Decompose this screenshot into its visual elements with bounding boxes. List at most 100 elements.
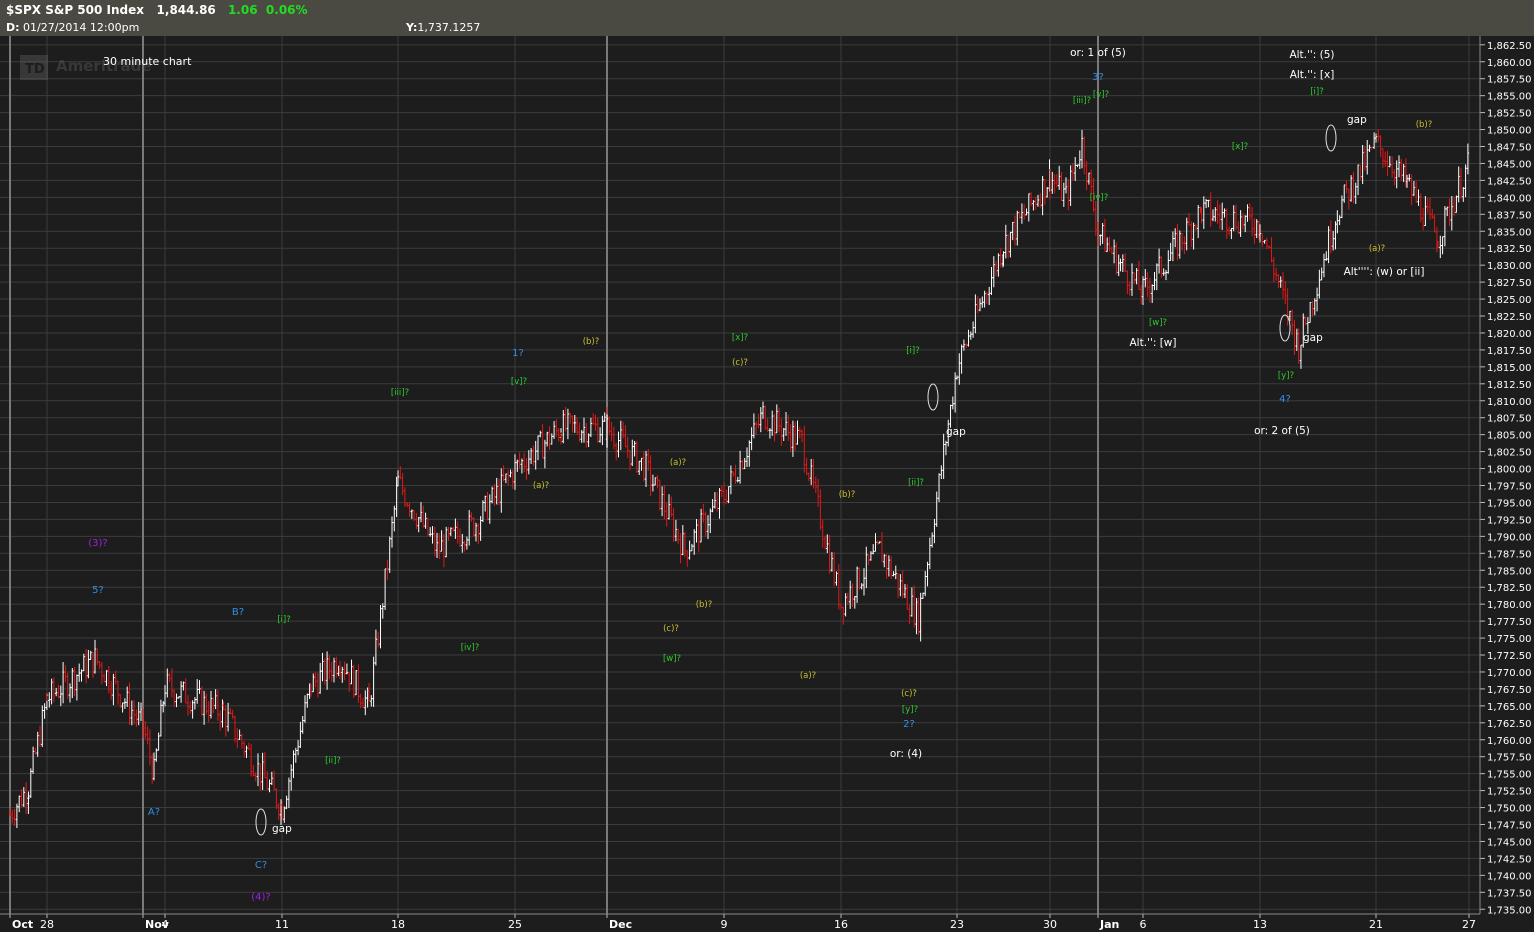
- y-tick-label: 1,860.00: [1487, 58, 1532, 69]
- wave-label: [i]?: [1310, 87, 1324, 97]
- wave-label: [w]?: [1149, 318, 1167, 328]
- x-tick-label: 11: [275, 918, 289, 931]
- wave-label: [ii]?: [908, 478, 924, 488]
- wave-label: 4?: [1279, 394, 1291, 405]
- wave-label: A?: [148, 807, 160, 818]
- y-tick-label: 1,765.00: [1487, 702, 1532, 713]
- interval-label: 30 minute chart: [103, 55, 192, 68]
- y-tick-label: 1,795.00: [1487, 498, 1532, 509]
- wave-label: gap: [1303, 332, 1323, 344]
- wave-label: (c)?: [901, 689, 917, 699]
- y-tick-label: 1,790.00: [1487, 532, 1532, 543]
- y-tick-label: 1,737.50: [1487, 888, 1532, 899]
- y-tick-label: 1,782.50: [1487, 583, 1532, 594]
- y-tick-label: 1,830.00: [1487, 261, 1532, 272]
- x-tick-label: Jan: [1099, 918, 1119, 931]
- wave-label: [y]?: [1278, 371, 1294, 381]
- y-tick-label: 1,740.00: [1487, 871, 1532, 882]
- y-tick-label: 1,762.50: [1487, 719, 1532, 730]
- wave-label: or: 1 of (5): [1070, 47, 1126, 59]
- y-tick-label: 1,850.00: [1487, 126, 1532, 137]
- x-tick-label: Dec: [609, 918, 632, 931]
- y-tick-label: 1,840.00: [1487, 193, 1532, 204]
- x-tick-label: 27: [1462, 918, 1476, 931]
- wave-label: 2?: [903, 719, 915, 730]
- price-change-percent: 0.06%: [265, 3, 308, 17]
- y-value: 1,737.1257: [417, 21, 481, 34]
- wave-label: (c)?: [732, 358, 748, 368]
- y-tick-label: 1,767.50: [1487, 685, 1532, 696]
- cursor-y-readout: Y:1,737.1257: [406, 21, 480, 34]
- y-tick-label: 1,802.50: [1487, 448, 1532, 459]
- y-tick-label: 1,835.00: [1487, 227, 1532, 238]
- y-tick-label: 1,772.50: [1487, 651, 1532, 662]
- y-tick-label: 1,837.50: [1487, 210, 1532, 221]
- wave-label: Alt.'': (5): [1289, 49, 1334, 61]
- wave-label: [w]?: [663, 654, 681, 664]
- wave-label: gap: [272, 823, 292, 835]
- wave-label: 5?: [92, 585, 104, 596]
- x-tick-label: 18: [391, 918, 405, 931]
- wave-label: gap: [946, 426, 966, 438]
- y-tick-label: 1,735.00: [1487, 905, 1532, 916]
- y-tick-label: 1,842.50: [1487, 176, 1532, 187]
- x-tick-label: 30: [1043, 918, 1057, 931]
- wave-label: (b)?: [839, 490, 856, 500]
- wave-label: (a)?: [670, 458, 686, 468]
- y-tick-label: 1,807.50: [1487, 414, 1532, 425]
- wave-label: [iv]?: [1090, 193, 1109, 203]
- y-label: Y:: [406, 21, 418, 34]
- y-tick-label: 1,832.50: [1487, 244, 1532, 255]
- y-tick-label: 1,752.50: [1487, 787, 1532, 798]
- y-tick-label: 1,822.50: [1487, 312, 1532, 323]
- y-tick-label: 1,812.50: [1487, 380, 1532, 391]
- wave-label: [x]?: [1232, 142, 1248, 152]
- chart-window: $SPX S&P 500 Index 1,844.86 1.06 0.06% D…: [0, 0, 1534, 932]
- wave-label: [i]?: [906, 346, 920, 356]
- symbol-name: $SPX S&P 500 Index: [6, 3, 144, 17]
- wave-label: or: (4): [890, 748, 922, 760]
- price-change: 1.06: [227, 3, 258, 17]
- wave-label: (a)?: [533, 481, 549, 491]
- wave-label: [y]?: [902, 705, 918, 715]
- wave-label: [iii]?: [391, 388, 409, 398]
- y-tick-label: 1,755.00: [1487, 770, 1532, 781]
- x-tick-label: 4: [162, 918, 169, 931]
- y-tick-label: 1,747.50: [1487, 821, 1532, 832]
- wave-label: (a)?: [1369, 244, 1385, 254]
- wave-label: B?: [232, 607, 244, 618]
- y-tick-label: 1,810.00: [1487, 397, 1532, 408]
- x-tick-label: 16: [834, 918, 848, 931]
- y-tick-label: 1,857.50: [1487, 75, 1532, 86]
- wave-label: (c)?: [663, 624, 679, 634]
- wave-label: [i]?: [277, 615, 291, 625]
- wave-label: Alt.'': [x]: [1290, 69, 1335, 81]
- y-tick-label: 1,845.00: [1487, 159, 1532, 170]
- y-tick-label: 1,770.00: [1487, 668, 1532, 679]
- y-tick-label: 1,780.00: [1487, 600, 1532, 611]
- date-label: D:: [6, 21, 20, 34]
- wave-label: (4)?: [251, 892, 270, 903]
- wave-label: Alt'''': (w) or [ii]: [1344, 266, 1425, 278]
- x-tick-label: 23: [950, 918, 964, 931]
- y-axis: 1,735.00 1,737.50 1,740.00 1,742.50 1,745.00…: [1479, 36, 1532, 916]
- y-tick-label: 1,827.50: [1487, 278, 1532, 289]
- x-tick-label: 21: [1369, 918, 1383, 931]
- wave-label: (b)?: [583, 337, 600, 347]
- x-tick-label: 13: [1253, 918, 1267, 931]
- y-tick-label: 1,805.00: [1487, 431, 1532, 442]
- price-chart[interactable]: TD Ameritrade 30 minute chart (3)?5?A?B?…: [0, 36, 1534, 932]
- wave-label: [x]?: [732, 333, 748, 343]
- wave-label: [iii]?: [1073, 96, 1091, 106]
- wave-label: gap: [1347, 114, 1367, 126]
- wave-label: 1?: [512, 348, 524, 359]
- wave-label: [v]?: [1093, 90, 1109, 100]
- logo-mark: TD: [25, 62, 45, 77]
- y-tick-label: 1,815.00: [1487, 363, 1532, 374]
- y-tick-label: 1,800.00: [1487, 465, 1532, 476]
- y-tick-label: 1,742.50: [1487, 854, 1532, 865]
- y-tick-label: 1,757.50: [1487, 753, 1532, 764]
- wave-label: C?: [255, 860, 267, 871]
- x-tick-label: 6: [1140, 918, 1147, 931]
- symbol-line: $SPX S&P 500 Index 1,844.86 1.06 0.06%: [6, 3, 308, 17]
